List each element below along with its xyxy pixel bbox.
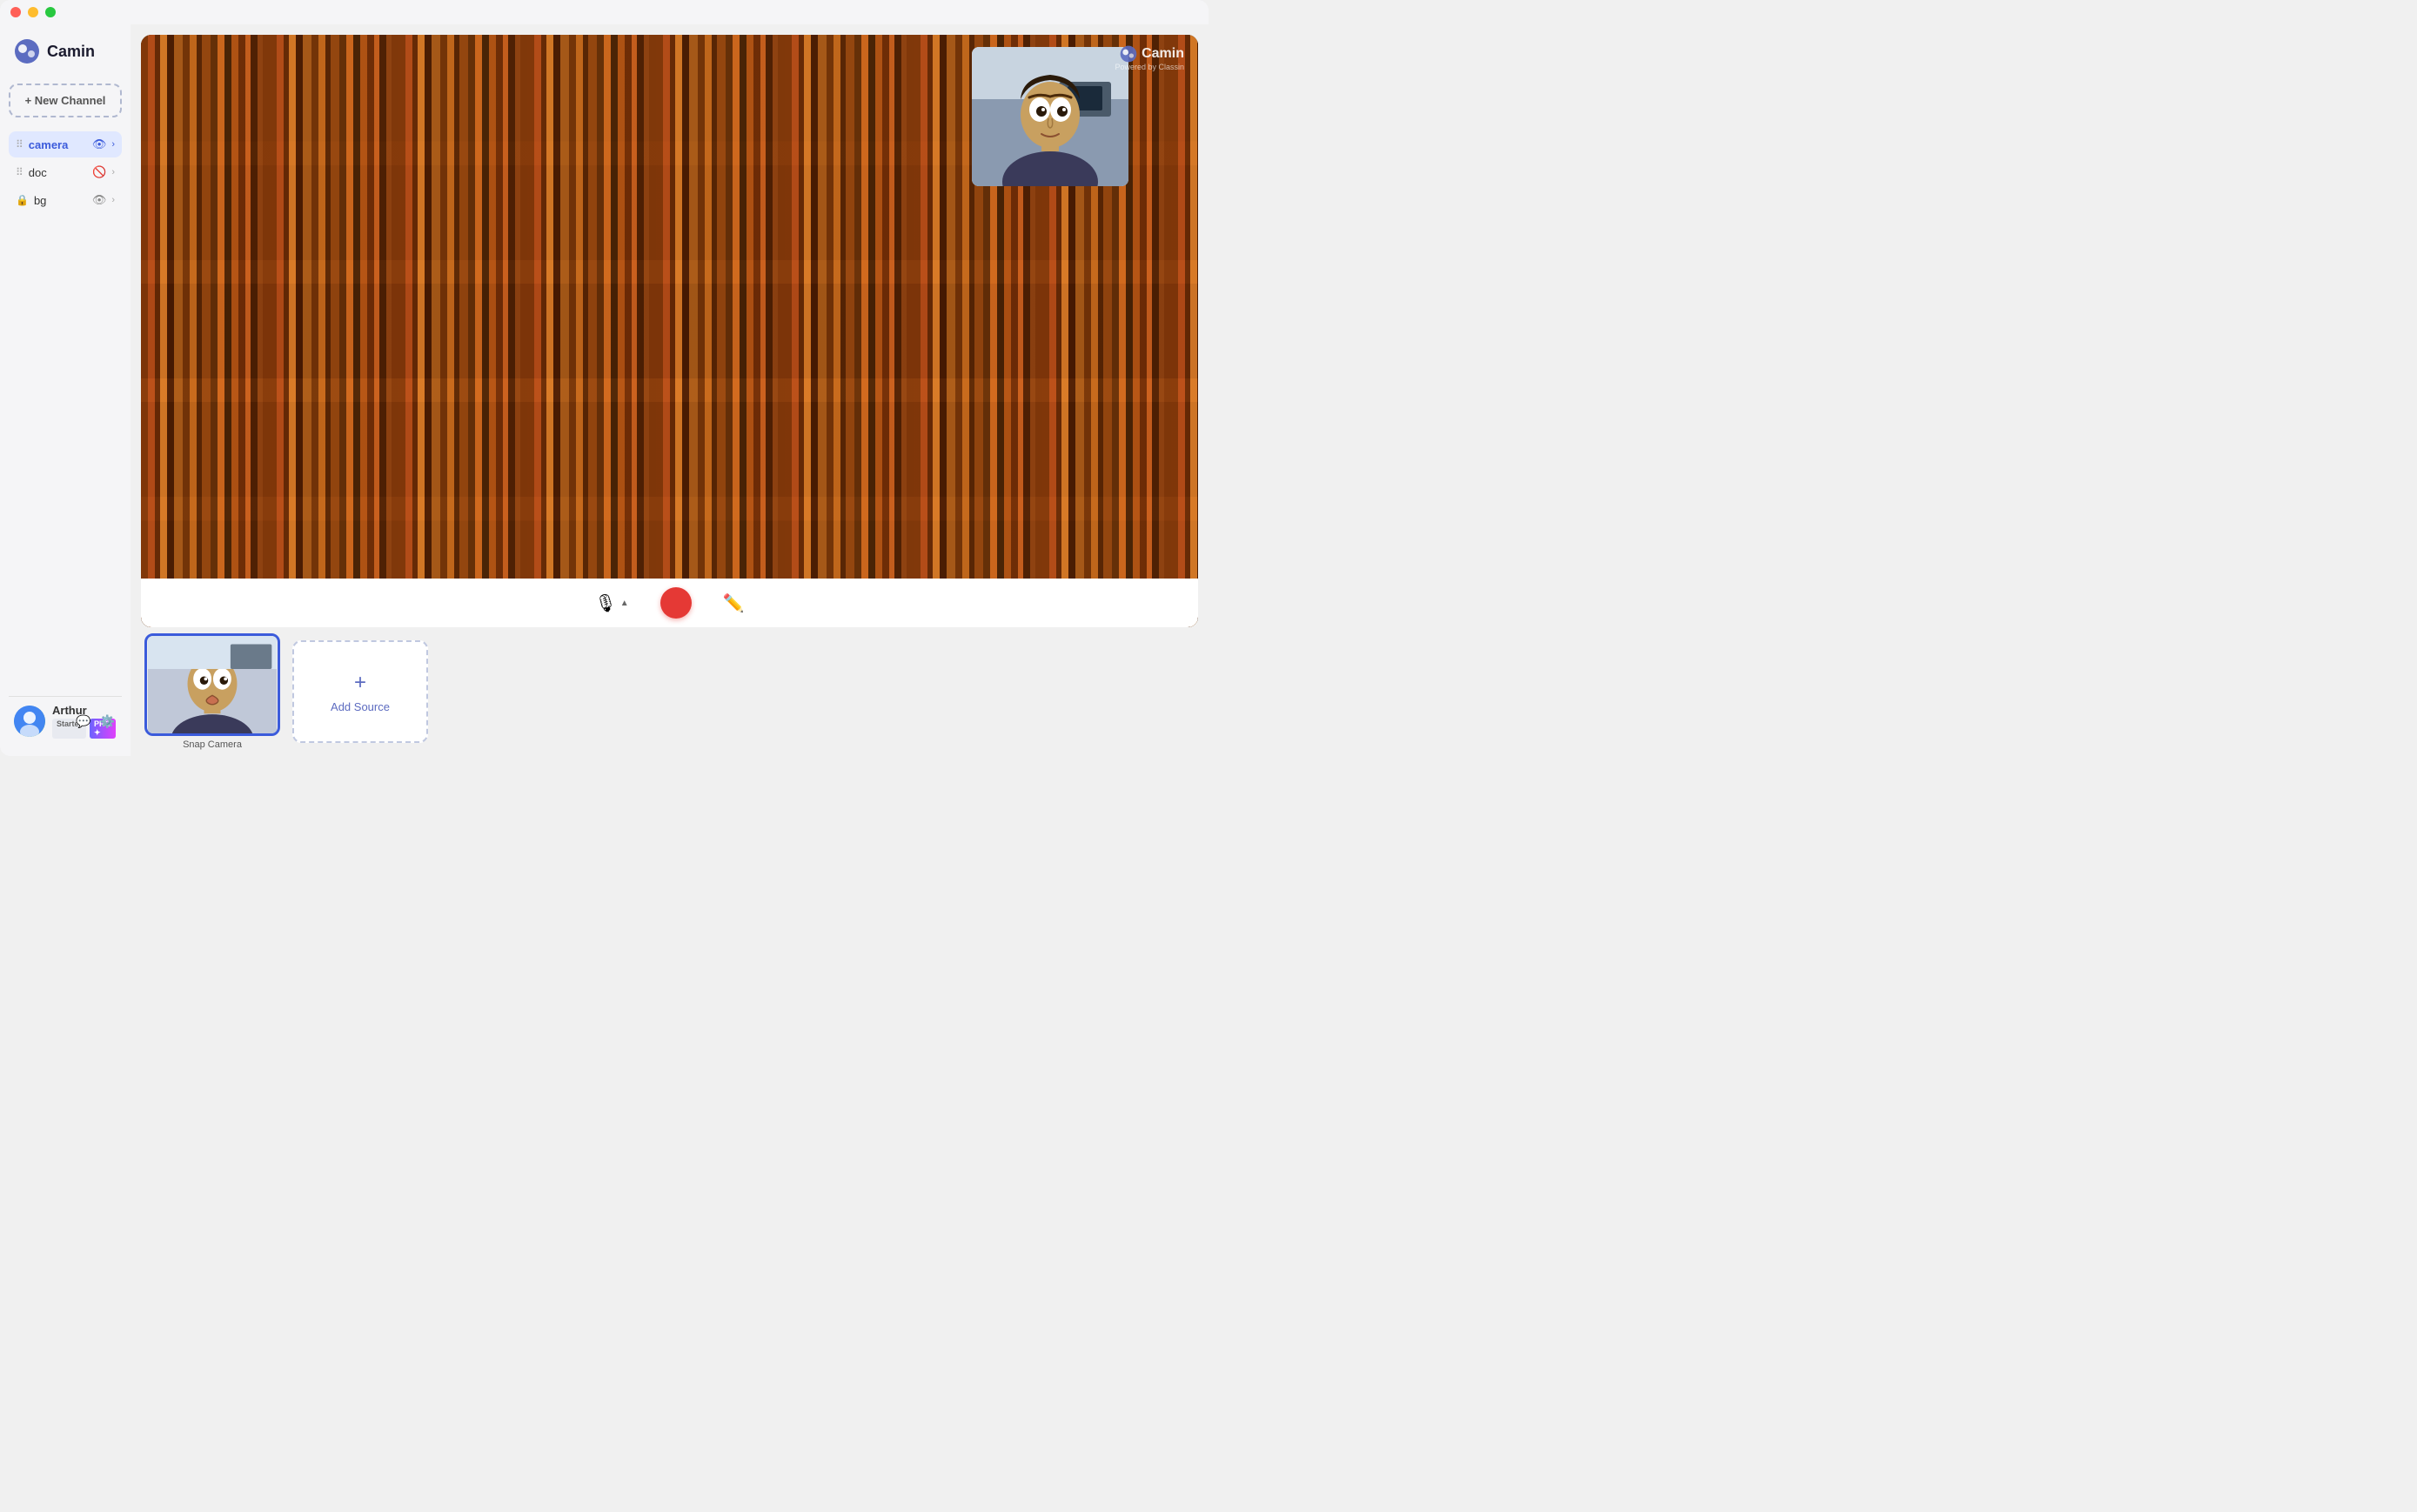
main-content: Camin Powered by Classin 🎙 ▲ ✏️	[131, 24, 1208, 756]
record-button[interactable]	[660, 587, 692, 619]
add-source-label: Add Source	[331, 700, 390, 713]
user-badges: Starter PRO ✦	[52, 719, 67, 739]
new-channel-button[interactable]: + New Channel	[9, 84, 122, 117]
logo-area: Camin	[9, 35, 122, 68]
video-wrapper: Camin Powered by Classin 🎙 ▲ ✏️	[131, 24, 1208, 627]
channel-name: bg	[34, 194, 87, 207]
channel-item-bg[interactable]: 🔒 bg 👁 ›	[9, 187, 122, 213]
controls-bar: 🎙 ▲ ✏️	[141, 579, 1198, 627]
watermark-app-name: Camin	[1142, 46, 1184, 62]
user-actions: 💬 ⚙️	[74, 713, 117, 731]
settings-button[interactable]: ⚙️	[98, 713, 117, 731]
channel-item-doc[interactable]: ⠿ doc 🚫 ›	[9, 159, 122, 185]
pen-icon: ✏️	[723, 592, 745, 614]
pip-camera	[972, 47, 1128, 186]
maximize-button[interactable]	[45, 7, 56, 17]
add-source-plus-icon: +	[354, 671, 366, 695]
watermark: Camin Powered by Classin	[1115, 45, 1184, 71]
app-window: Camin + New Channel ⠿ camera 👁 › ⠿ doc	[0, 0, 1208, 756]
drag-icon: ⠿	[16, 166, 23, 178]
close-button[interactable]	[10, 7, 21, 17]
watermark-logo-icon	[1120, 45, 1137, 63]
mic-button[interactable]: 🎙 ▲	[587, 587, 635, 619]
eye-slash-icon[interactable]: 🚫	[92, 165, 106, 179]
chat-button[interactable]: 💬	[74, 713, 92, 731]
avatar	[14, 706, 45, 737]
arrow-icon[interactable]: ›	[111, 167, 115, 177]
sidebar: Camin + New Channel ⠿ camera 👁 › ⠿ doc	[0, 24, 131, 756]
user-area: Arthur Starter PRO ✦ 💬 ⚙️	[9, 696, 122, 746]
app-logo-icon	[14, 38, 40, 64]
source-item-snap-camera: Snap Camera	[144, 633, 280, 750]
mic-icon: 🎙	[594, 592, 616, 614]
arrow-icon[interactable]: ›	[111, 139, 115, 150]
drag-icon: ⠿	[16, 138, 23, 151]
user-info: Arthur Starter PRO ✦	[52, 704, 67, 739]
content-area: Camin + New Channel ⠿ camera 👁 › ⠿ doc	[0, 24, 1208, 756]
channel-item-camera[interactable]: ⠿ camera 👁 ›	[9, 131, 122, 157]
video-container: Camin Powered by Classin 🎙 ▲ ✏️	[141, 35, 1198, 627]
channel-list: ⠿ camera 👁 › ⠿ doc 🚫 › 🔒 bg 👁	[9, 131, 122, 696]
snap-camera-preview	[147, 636, 278, 733]
titlebar	[0, 0, 1208, 24]
arrow-icon[interactable]: ›	[111, 195, 115, 205]
channel-name: doc	[29, 166, 87, 179]
minimize-button[interactable]	[28, 7, 38, 17]
user-name: Arthur	[52, 704, 67, 717]
channel-name: camera	[29, 138, 87, 151]
new-channel-label: + New Channel	[25, 94, 106, 107]
add-source-button[interactable]: + Add Source	[292, 640, 428, 743]
pen-button[interactable]: ✏️	[716, 587, 752, 619]
app-title: Camin	[47, 43, 95, 61]
lock-icon: 🔒	[16, 194, 29, 206]
watermark-subtext: Powered by Classin	[1115, 63, 1184, 71]
add-source-wrapper: + Add Source	[292, 640, 428, 743]
eye-icon[interactable]: 👁	[92, 137, 107, 151]
snap-camera-label: Snap Camera	[183, 739, 242, 750]
source-strip: Snap Camera + Add Source	[131, 627, 1208, 756]
pip-character	[972, 47, 1128, 186]
snap-camera-thumbnail[interactable]	[144, 633, 280, 736]
caret-up-icon: ▲	[620, 599, 629, 608]
eye-icon[interactable]: 👁	[92, 193, 107, 207]
watermark-logo: Camin	[1120, 45, 1184, 63]
